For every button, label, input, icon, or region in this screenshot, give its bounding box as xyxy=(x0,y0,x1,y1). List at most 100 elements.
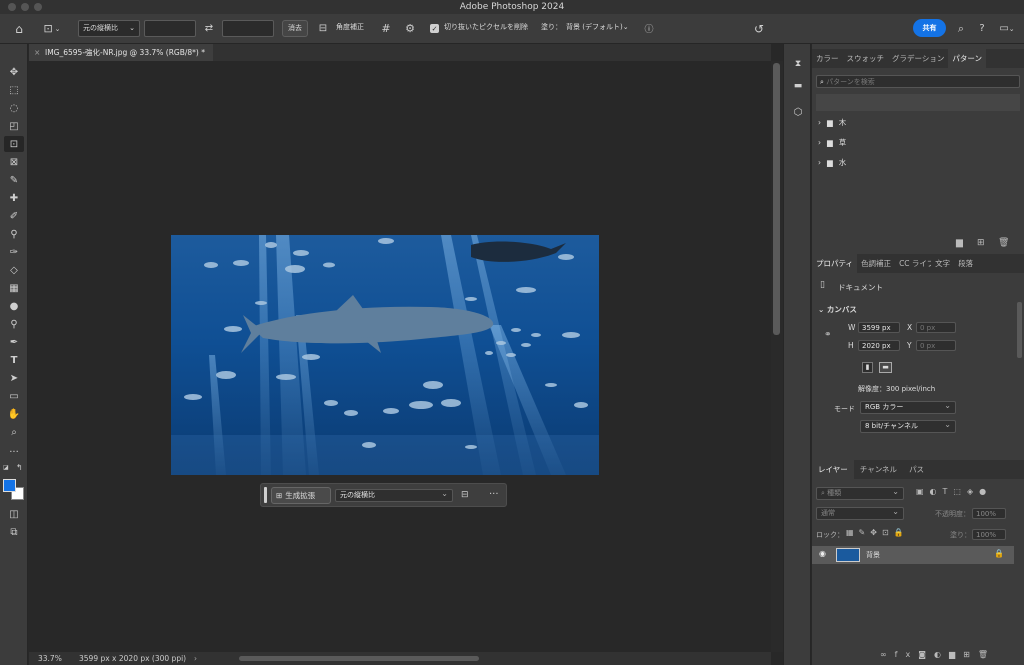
layer-filter-select[interactable]: ⌕ 種類 xyxy=(816,486,904,500)
clear-button[interactable]: 消去 xyxy=(282,20,308,37)
history-brush-tool-icon[interactable]: ✑ xyxy=(4,244,24,260)
home-icon[interactable]: ⌂ xyxy=(10,20,28,37)
blend-mode-select[interactable]: 通常 xyxy=(816,506,904,520)
canvas-x-field[interactable]: 0 px xyxy=(916,322,956,333)
more-tools-icon[interactable]: ··· xyxy=(4,444,24,460)
crop-preset-icon[interactable]: ⊡ ⌄ xyxy=(38,20,66,37)
ratio-width-field[interactable] xyxy=(144,20,196,37)
workspace-icon[interactable]: ▭ ⌄ xyxy=(996,20,1018,37)
zoom-level[interactable]: 33.7% xyxy=(38,652,62,665)
visibility-eye-icon[interactable]: ◉ xyxy=(819,549,826,558)
pattern-folder-grass[interactable]: › ▆ 草 xyxy=(818,134,846,152)
horizontal-scrollbar[interactable] xyxy=(239,656,479,661)
default-colors-icon[interactable]: ◪ xyxy=(3,464,11,472)
frame-tool-icon[interactable]: ⊠ xyxy=(4,154,24,170)
screen-mode-icon[interactable]: ⧉ xyxy=(4,524,24,540)
straighten-ctx-icon[interactable]: ⊟ xyxy=(461,490,469,500)
fill-field[interactable]: 100% xyxy=(972,529,1006,540)
tab-channels[interactable]: チャンネル xyxy=(854,460,903,479)
dodge-tool-icon[interactable]: ⚲ xyxy=(4,316,24,332)
delete-cropped-checkbox[interactable]: ✓ xyxy=(430,24,439,33)
healing-brush-tool-icon[interactable]: ✚ xyxy=(4,190,24,206)
3d-panel-icon[interactable]: ⬡ xyxy=(789,104,807,120)
clone-stamp-tool-icon[interactable]: ⚲ xyxy=(4,226,24,242)
fill-select[interactable]: 背景 (デフォルト)⌄ xyxy=(566,20,636,37)
mode-select[interactable]: RGB カラー xyxy=(860,400,956,414)
tab-gradients[interactable]: グラデーション xyxy=(888,49,948,68)
ratio-height-field[interactable] xyxy=(222,20,274,37)
foreground-color-swatch[interactable] xyxy=(3,479,16,492)
layer-actions-icons[interactable]: ∞fx◙◐▆⊞🗑 xyxy=(880,650,996,659)
delete-pattern-icon[interactable]: 🗑 xyxy=(998,238,1009,248)
grid-overlay-icon[interactable]: # xyxy=(378,20,394,37)
new-folder-icon[interactable]: ▆ xyxy=(956,238,963,248)
straighten-icon[interactable]: ⊟ xyxy=(314,20,332,37)
close-tab-icon[interactable]: × xyxy=(34,44,40,61)
swap-icon[interactable]: ⇄ xyxy=(201,20,217,37)
canvas-height-field[interactable]: 2020 px xyxy=(858,340,900,351)
drag-handle[interactable] xyxy=(264,487,267,503)
search-icon[interactable]: ⌕ xyxy=(953,20,969,37)
landscape-orientation-icon[interactable]: ▬ xyxy=(879,362,892,373)
ratio-select[interactable]: 元の縦横比 ⌄ xyxy=(78,20,140,37)
layer-name[interactable]: 背景 xyxy=(866,550,880,560)
tab-paragraph[interactable]: 段落 xyxy=(954,254,977,273)
lasso-tool-icon[interactable]: ◌ xyxy=(4,100,24,116)
pattern-folder-water[interactable]: › ▆ 水 xyxy=(818,154,846,172)
opacity-field[interactable]: 100% xyxy=(972,508,1006,519)
zoom-tool-icon[interactable]: ⌕ xyxy=(4,424,24,440)
new-pattern-icon[interactable]: ⊞ xyxy=(977,238,985,248)
document-tab[interactable]: × IMG_6595-強化-NR.jpg @ 33.7% (RGB/8*) * xyxy=(29,44,213,61)
more-options-icon[interactable]: ··· xyxy=(489,489,499,500)
minimize-window-button[interactable] xyxy=(21,3,29,11)
eyedropper-tool-icon[interactable]: ✎ xyxy=(4,172,24,188)
pen-tool-icon[interactable]: ✒ xyxy=(4,334,24,350)
crop-tool-icon[interactable]: ⊡ xyxy=(4,136,24,152)
object-select-tool-icon[interactable]: ◰ xyxy=(4,118,24,134)
status-chevron-icon[interactable]: › xyxy=(194,652,197,665)
settings-gear-icon[interactable]: ⚙ xyxy=(402,20,418,37)
share-button[interactable]: 共有 xyxy=(913,19,946,37)
tab-layers[interactable]: レイヤー xyxy=(812,460,854,479)
gradient-tool-icon[interactable]: ▦ xyxy=(4,280,24,296)
generative-expand-button[interactable]: ⊞ 生成拡張 xyxy=(271,487,331,504)
canvas-width-field[interactable]: 3599 px xyxy=(858,322,900,333)
vertical-scrollbar[interactable] xyxy=(773,63,780,335)
tab-color[interactable]: カラー xyxy=(812,49,843,68)
quick-mask-icon[interactable]: ◫ xyxy=(4,506,24,522)
tab-swatches[interactable]: スウォッチ xyxy=(843,49,889,68)
portrait-orientation-icon[interactable]: ▮ xyxy=(862,362,873,373)
hand-tool-icon[interactable]: ✋ xyxy=(4,406,24,422)
pattern-search-input[interactable]: ⌕ パターンを検索 xyxy=(816,75,1020,88)
eraser-tool-icon[interactable]: ◇ xyxy=(4,262,24,278)
canvas-section-header[interactable]: ⌄ カンバス xyxy=(818,304,857,315)
swap-colors-icon[interactable]: ↰ xyxy=(16,463,23,472)
tab-character[interactable]: 文字 xyxy=(931,254,954,273)
pattern-folder-wood[interactable]: › ▆ 木 xyxy=(818,114,846,132)
tab-properties[interactable]: プロパティ xyxy=(812,254,858,273)
photo-canvas[interactable] xyxy=(171,235,599,475)
tab-adjustments[interactable]: 色調補正 xyxy=(857,254,895,273)
rectangle-tool-icon[interactable]: ▭ xyxy=(4,388,24,404)
canvas-y-field[interactable]: 0 px xyxy=(916,340,956,351)
move-tool-icon[interactable]: ✥ xyxy=(4,64,24,80)
tab-patterns[interactable]: パターン xyxy=(948,49,986,68)
zoom-window-button[interactable] xyxy=(34,3,42,11)
type-tool-icon[interactable]: T xyxy=(4,352,24,368)
help-icon[interactable]: ? xyxy=(974,20,990,37)
brush-tool-icon[interactable]: ✐ xyxy=(4,208,24,224)
tab-cc-libraries[interactable]: CC ライブ xyxy=(895,254,931,273)
path-select-tool-icon[interactable]: ➤ xyxy=(4,370,24,386)
lock-icons[interactable]: ▦✎✥⊡🔒 xyxy=(846,528,909,537)
layer-row-background[interactable]: ◉ 背景 🔒 xyxy=(812,546,1014,564)
comments-panel-icon[interactable]: ▬ xyxy=(789,78,807,94)
straighten-label[interactable]: 角度補正 xyxy=(336,20,364,37)
tab-paths[interactable]: パス xyxy=(903,460,930,479)
blur-tool-icon[interactable]: ● xyxy=(4,298,24,314)
link-dimensions-icon[interactable]: ⚭ xyxy=(824,330,832,340)
bit-depth-select[interactable]: 8 bit/チャンネル xyxy=(860,419,956,433)
reset-icon[interactable]: ↺ xyxy=(750,20,768,37)
ctx-ratio-select[interactable]: 元の縦横比 xyxy=(335,488,453,502)
info-icon[interactable]: ⓘ xyxy=(642,20,656,37)
document-info[interactable]: 3599 px x 2020 px (300 ppi) xyxy=(79,652,186,665)
